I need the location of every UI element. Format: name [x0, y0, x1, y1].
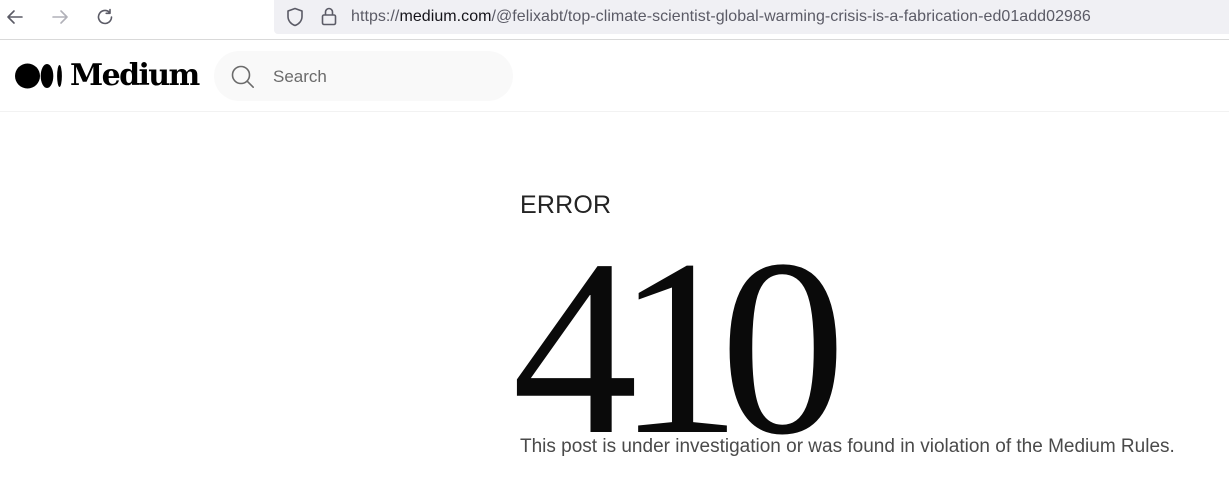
forward-button[interactable] — [46, 3, 74, 31]
url-scheme: https:// — [351, 8, 400, 25]
arrow-left-icon — [7, 10, 23, 24]
browser-toolbar: https://medium.com/@felixabt/top-climate… — [0, 0, 1229, 40]
arrow-right-icon — [52, 10, 68, 24]
medium-logo-mark-icon — [15, 63, 62, 89]
search-input[interactable]: Search — [273, 67, 327, 87]
site-header: Medium Search — [0, 41, 1229, 112]
url-text[interactable]: https://medium.com/@felixabt/top-climate… — [351, 8, 1091, 26]
address-bar[interactable]: https://medium.com/@felixabt/top-climate… — [274, 0, 1229, 34]
error-code: 410 — [512, 207, 846, 478]
url-host: medium.com — [399, 8, 492, 25]
search-icon — [231, 65, 254, 88]
lock-icon[interactable] — [318, 5, 340, 27]
shield-icon[interactable] — [284, 6, 306, 28]
back-button[interactable] — [1, 3, 29, 31]
url-path: /@felixabt/top-climate-scientist-global-… — [491, 8, 1091, 25]
error-message: This post is under investigation or was … — [520, 436, 1175, 457]
reload-button[interactable] — [91, 3, 119, 31]
reload-icon — [97, 8, 113, 25]
medium-logo-text: Medium — [70, 58, 200, 93]
search-box[interactable]: Search — [214, 51, 513, 101]
medium-logo[interactable]: Medium — [15, 58, 200, 93]
